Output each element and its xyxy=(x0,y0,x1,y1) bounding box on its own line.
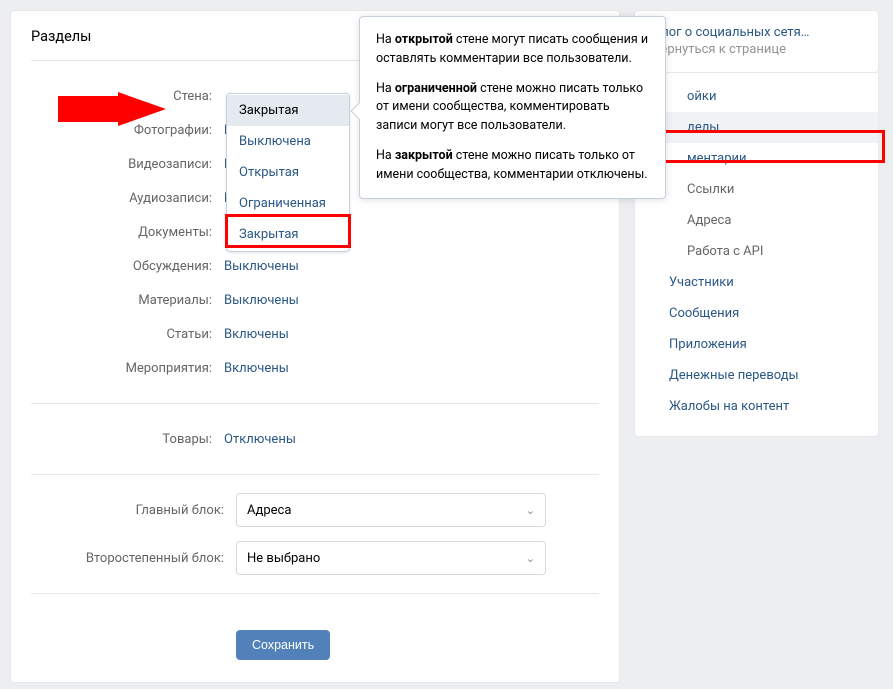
sidebar: Блог о социальных сетя… вернуться к стра… xyxy=(634,10,879,683)
setting-row: Обсуждения:Выключены xyxy=(31,249,599,283)
sidebar-nav-item[interactable]: Участники xyxy=(635,267,878,298)
dropdown-option[interactable]: Открытая xyxy=(227,157,349,188)
chevron-down-icon: ⌄ xyxy=(526,504,535,517)
setting-value[interactable]: Выключены xyxy=(224,293,299,308)
setting-value[interactable]: Выключены xyxy=(224,259,299,274)
select-value: Адреса xyxy=(247,503,291,518)
setting-label: Товары: xyxy=(31,432,224,447)
select-value: Не выбрано xyxy=(247,551,320,566)
setting-label: Главный блок: xyxy=(31,503,236,518)
setting-row: Мероприятия:Включены xyxy=(31,351,599,385)
setting-value[interactable]: Включены xyxy=(224,327,289,342)
setting-label: Мероприятия: xyxy=(31,361,224,376)
tooltip: На открытой стене могут писать сообщения… xyxy=(359,16,666,199)
setting-row: Материалы:Выключены xyxy=(31,283,599,317)
sidebar-nav-item[interactable]: ойки xyxy=(635,81,878,112)
main-block-select[interactable]: Адреса ⌄ xyxy=(236,493,546,527)
divider xyxy=(31,593,599,594)
dropdown-selected[interactable]: Закрытая xyxy=(227,95,349,126)
sidebar-nav-item[interactable]: Денежные переводы xyxy=(635,360,878,391)
sidebar-nav-item[interactable]: Приложения xyxy=(635,329,878,360)
secondary-block-row: Второстепенный блок: Не выбрано ⌄ xyxy=(31,541,599,575)
sidebar-header: Блог о социальных сетя… вернуться к стра… xyxy=(634,10,879,73)
sidebar-nav-item[interactable]: Работа с API xyxy=(635,236,878,267)
secondary-block-select[interactable]: Не выбрано ⌄ xyxy=(236,541,546,575)
sidebar-nav-item[interactable]: Жалобы на контент xyxy=(635,391,878,422)
setting-label: Документы: xyxy=(31,225,224,240)
setting-value[interactable]: Включены xyxy=(224,361,289,376)
setting-row: Статьи:Включены xyxy=(31,317,599,351)
setting-row-goods: Товары: Отключены xyxy=(31,422,599,456)
dropdown-option[interactable]: Выключена xyxy=(227,126,349,157)
setting-label: Видеозаписи: xyxy=(31,157,224,172)
chevron-down-icon: ⌄ xyxy=(526,552,535,565)
annotation-arrow-icon xyxy=(58,92,166,126)
annotation-highlight-box xyxy=(633,130,885,163)
blog-link[interactable]: Блог о социальных сетя… xyxy=(653,25,860,40)
divider xyxy=(31,403,599,404)
setting-label: Статьи: xyxy=(31,327,224,342)
divider xyxy=(31,474,599,475)
setting-label: Второстепенный блок: xyxy=(31,551,236,566)
setting-label: Обсуждения: xyxy=(31,259,224,274)
back-to-page-link[interactable]: вернуться к странице xyxy=(653,42,860,57)
sidebar-nav-item[interactable]: Ссылки xyxy=(635,174,878,205)
setting-value-goods[interactable]: Отключены xyxy=(224,432,296,447)
sidebar-nav: ойкиделыментарииСсылкиАдресаРабота с API… xyxy=(634,73,879,437)
setting-label: Материалы: xyxy=(31,293,224,308)
annotation-highlight-box xyxy=(225,214,351,248)
setting-label: Аудиозаписи: xyxy=(31,191,224,206)
main-block-row: Главный блок: Адреса ⌄ xyxy=(31,493,599,527)
save-button[interactable]: Сохранить xyxy=(236,630,330,660)
sidebar-nav-item[interactable]: Адреса xyxy=(635,205,878,236)
sidebar-nav-item[interactable]: Сообщения xyxy=(635,298,878,329)
